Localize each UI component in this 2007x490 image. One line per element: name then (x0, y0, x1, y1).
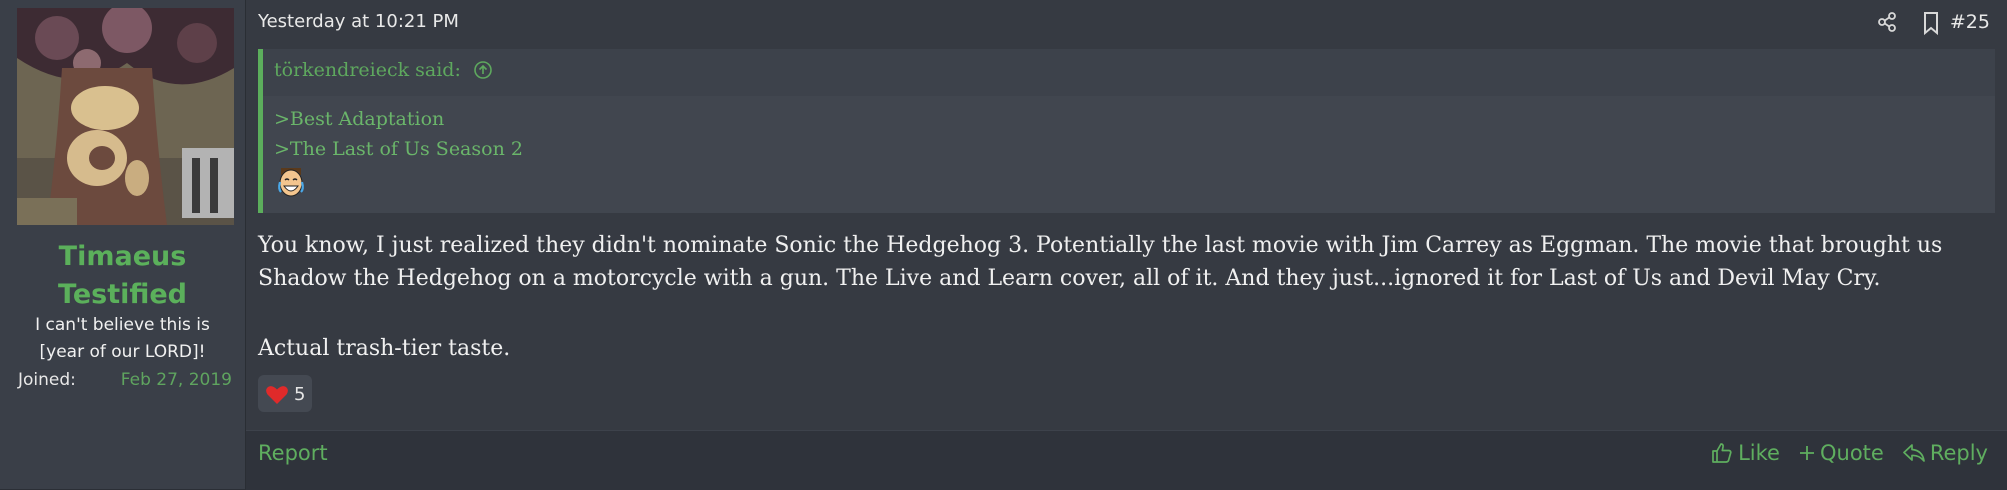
post-main: Yesterday at 10:21 PM #25 törkendreieck … (246, 0, 2007, 490)
quote-block: törkendreieck said: >Best Adaptation >Th… (258, 49, 1995, 213)
post-timestamp[interactable]: Yesterday at 10:21 PM (258, 11, 459, 32)
quote-header: törkendreieck said: (263, 49, 1995, 96)
post-body: You know, I just realized they didn't no… (258, 229, 1978, 365)
quote-button[interactable]: Quote (1798, 441, 1884, 465)
avatar-image (17, 8, 234, 225)
user-title-line1: I can't believe this is (35, 315, 210, 335)
plus-icon (1799, 446, 1814, 460)
user-sidebar: Timaeus Testified I can't believe this i… (0, 0, 246, 489)
reaction-count: 5 (294, 384, 306, 405)
laughing-crying-face-icon (278, 168, 304, 197)
arrow-up-circle-icon[interactable] (473, 60, 493, 80)
bookmark-icon[interactable] (1919, 10, 1943, 36)
heart-icon (266, 386, 288, 404)
forum-post: Timaeus Testified I can't believe this i… (0, 0, 2007, 490)
joined-date: Feb 27, 2019 (120, 370, 232, 390)
reply-icon (1902, 444, 1925, 462)
username[interactable]: Timaeus Testified (0, 238, 245, 314)
quote-author[interactable]: törkendreieck said: (274, 59, 493, 81)
quote-line: >The Last of Us Season 2 (274, 138, 523, 160)
user-title-line2: [year of our LORD]! (39, 342, 206, 362)
footer-actions: Like Quote Reply (1710, 441, 1988, 465)
joined-label: Joined: (18, 370, 76, 390)
avatar[interactable] (17, 8, 234, 225)
quote-author-text: törkendreieck said: (274, 59, 461, 81)
reaction-summary[interactable]: 5 (258, 375, 312, 412)
like-button[interactable]: Like (1710, 441, 1780, 465)
post-paragraph: Actual trash-tier taste. (258, 336, 511, 361)
username-line2: Testified (57, 279, 188, 310)
user-title: I can't believe this is [year of our LOR… (0, 312, 245, 366)
post-paragraph: You know, I just realized they didn't no… (258, 233, 1943, 291)
post-number[interactable]: #25 (1950, 11, 1990, 33)
reply-button[interactable]: Reply (1902, 441, 1988, 465)
reply-label: Reply (1929, 441, 1988, 465)
post-footer: Report Like Quote Reply (246, 430, 2007, 490)
thumbs-up-icon (1712, 443, 1732, 463)
username-line1: Timaeus (58, 241, 187, 272)
report-link[interactable]: Report (258, 441, 328, 465)
like-label: Like (1738, 441, 1780, 465)
share-icon[interactable] (1875, 10, 1899, 34)
quote-line: >Best Adaptation (274, 108, 445, 130)
quote-label: Quote (1819, 441, 1884, 465)
